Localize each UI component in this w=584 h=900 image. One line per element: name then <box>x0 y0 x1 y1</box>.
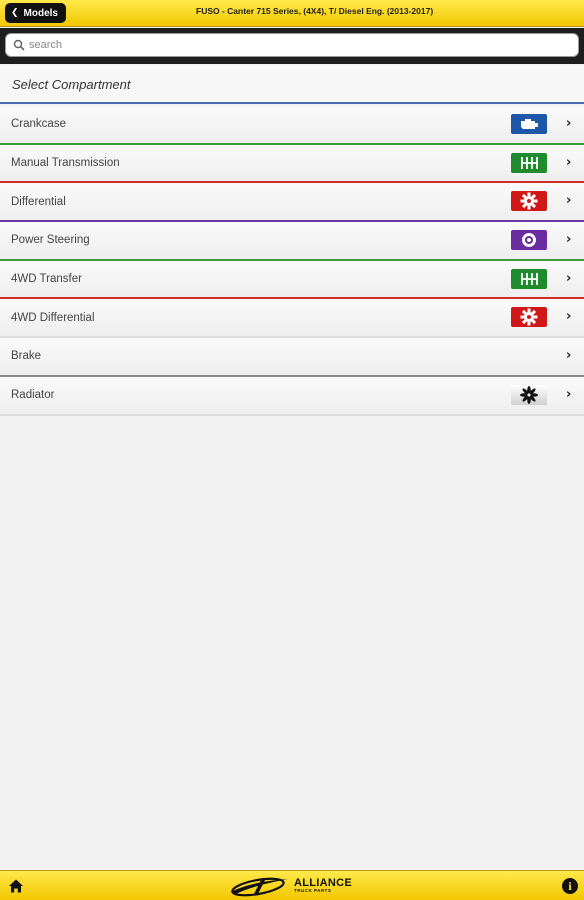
chevron-right-icon: › <box>566 154 572 170</box>
compartment-row[interactable]: Manual Transmission › <box>0 144 584 184</box>
compartment-label: 4WD Differential <box>11 311 95 324</box>
compartment-list: Crankcase › Manual Transmission › Differenti… <box>0 106 584 416</box>
gearbox-icon <box>511 268 547 289</box>
compartment-row[interactable]: Power Steering › <box>0 222 584 261</box>
compartment-row[interactable]: Radiator › <box>0 376 584 416</box>
gear-icon <box>511 191 547 212</box>
chevron-left-icon: ❮ <box>11 8 19 18</box>
engine-icon <box>511 114 547 134</box>
compartment-label: Differential <box>11 195 66 208</box>
compartment-row[interactable]: Brake › <box>0 338 584 377</box>
vehicle-title: FUSO - Canter 715 Series, (4X4), T/ Dies… <box>196 6 434 16</box>
compartment-label: Radiator <box>11 389 55 402</box>
gearbox-icon <box>511 152 547 173</box>
compartment-row[interactable]: 4WD Transfer › <box>0 260 584 300</box>
info-button[interactable]: i <box>562 878 578 894</box>
gear-icon <box>511 307 547 328</box>
search-box[interactable] <box>5 33 579 57</box>
search-input[interactable] <box>29 39 549 51</box>
compartment-row[interactable]: 4WD Differential › <box>0 299 584 339</box>
bottom-bar: ALLIANCE TRUCK PARTS i <box>0 870 584 900</box>
top-bar: ❮ Models FUSO - Canter 715 Series, (4X4)… <box>0 0 584 27</box>
compartment-label: Crankcase <box>11 118 66 131</box>
compartment-row[interactable]: Differential › <box>0 183 584 223</box>
chevron-right-icon: › <box>566 116 572 131</box>
search-bar <box>0 28 584 64</box>
compartment-label: 4WD Transfer <box>11 273 82 286</box>
compartment-label: Manual Transmission <box>11 157 120 170</box>
chevron-right-icon: › <box>566 348 572 364</box>
fan-icon <box>511 384 547 405</box>
section-title: Select Compartment <box>0 66 584 104</box>
alliance-logo: ALLIANCE TRUCK PARTS <box>228 875 352 897</box>
chevron-right-icon: › <box>566 386 572 402</box>
back-button-label: Models <box>23 7 58 19</box>
home-icon[interactable] <box>8 878 24 894</box>
chevron-right-icon: › <box>566 309 572 325</box>
alliance-swoosh-icon <box>231 877 288 897</box>
brand-subtitle: TRUCK PARTS <box>294 888 332 894</box>
compartment-label: Power Steering <box>11 234 90 247</box>
search-icon <box>13 39 25 51</box>
chevron-right-icon: › <box>566 232 572 248</box>
compartment-label: Brake <box>11 350 42 363</box>
back-to-models-button[interactable]: ❮ Models <box>5 3 66 23</box>
compartment-row[interactable]: Crankcase › <box>0 106 584 145</box>
chevron-right-icon: › <box>566 193 572 209</box>
chevron-right-icon: › <box>566 270 572 286</box>
steering-pump-icon <box>511 230 547 251</box>
